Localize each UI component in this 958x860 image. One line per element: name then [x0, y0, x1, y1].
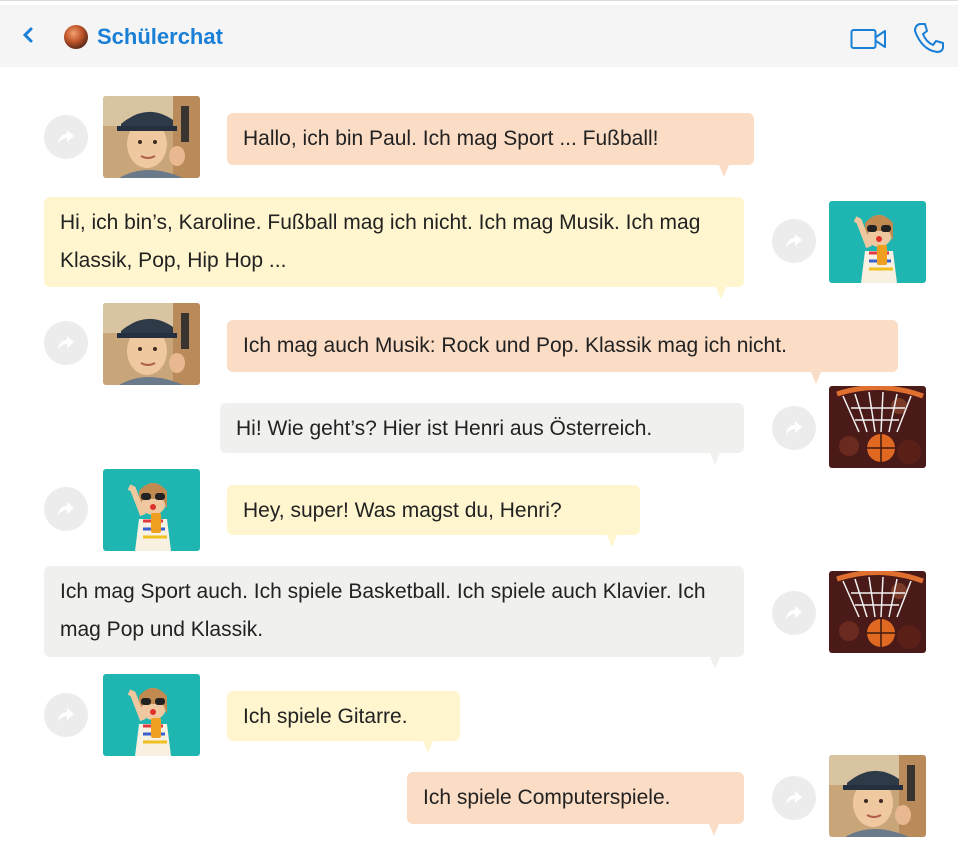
chat-window: Schülerchat Hallo, ich bin Paul. Ich mag…: [0, 0, 958, 860]
chevron-left-icon: [22, 27, 33, 43]
message-text: Hallo, ich bin Paul. Ich mag Sport ... F…: [243, 127, 659, 150]
video-call-button[interactable]: [850, 27, 888, 56]
avatar-karoline[interactable]: [829, 201, 926, 283]
message-bubble[interactable]: Hi! Wie geht’s? Hier ist Henri aus Öster…: [220, 403, 744, 465]
message-text: Hey, super! Was magst du, Henri?: [243, 499, 562, 522]
message-text: Hi! Wie geht’s? Hier ist Henri aus Öster…: [236, 417, 653, 440]
avatar-paul[interactable]: [103, 303, 200, 385]
avatar-paul[interactable]: [829, 755, 926, 837]
avatar-karoline[interactable]: [103, 469, 200, 551]
bubble-tail: [710, 657, 720, 669]
back-button[interactable]: [20, 23, 44, 51]
message-bubble[interactable]: Hi, ich bin’s, Karoline. Fußball mag ich…: [44, 197, 744, 299]
message-bubble[interactable]: Hallo, ich bin Paul. Ich mag Sport ... F…: [227, 113, 754, 177]
share-arrow-icon: [786, 606, 802, 620]
share-button[interactable]: [772, 776, 816, 820]
bubble-tail: [716, 287, 726, 299]
share-arrow-icon: [786, 421, 802, 435]
voice-call-button[interactable]: [912, 21, 946, 60]
message-bubble[interactable]: Hey, super! Was magst du, Henri?: [227, 485, 640, 547]
share-button[interactable]: [44, 321, 88, 365]
chat-header: Schülerchat: [0, 5, 958, 67]
message-bubble[interactable]: Ich mag auch Musik: Rock und Pop. Klassi…: [227, 320, 898, 384]
share-arrow-icon: [786, 791, 802, 805]
share-arrow-icon: [58, 130, 74, 144]
share-button[interactable]: [772, 219, 816, 263]
avatar-henri[interactable]: [829, 386, 926, 468]
message-bubble[interactable]: Ich spiele Computerspiele.: [407, 772, 744, 836]
message-text: Ich spiele Gitarre.: [243, 705, 408, 728]
share-arrow-icon: [58, 336, 74, 350]
message-text: Ich spiele Computerspiele.: [423, 786, 671, 809]
message-text: Ich mag auch Musik: Rock und Pop. Klassi…: [243, 334, 787, 357]
bubble-tail: [607, 535, 617, 547]
share-button[interactable]: [772, 591, 816, 635]
share-button[interactable]: [44, 693, 88, 737]
bubble-tail: [719, 165, 729, 177]
bubble-tail: [709, 824, 719, 836]
bubble-tail: [811, 372, 821, 384]
share-arrow-icon: [786, 234, 802, 248]
chat-title[interactable]: Schülerchat: [97, 23, 223, 51]
phone-icon: [914, 23, 944, 53]
avatar-paul[interactable]: [103, 96, 200, 178]
message-text: Hi, ich bin’s, Karoline. Fußball mag ich…: [60, 211, 701, 272]
avatar-karoline[interactable]: [103, 674, 200, 756]
message-bubble[interactable]: Ich mag Sport auch. Ich spiele Basketbal…: [44, 566, 744, 669]
share-button[interactable]: [772, 406, 816, 450]
video-camera-icon: [850, 29, 886, 49]
avatar-henri[interactable]: [829, 571, 926, 653]
bubble-tail: [710, 453, 720, 465]
share-button[interactable]: [44, 487, 88, 531]
group-avatar[interactable]: [64, 25, 88, 49]
message-text: Ich mag Sport auch. Ich spiele Basketbal…: [60, 580, 706, 641]
share-arrow-icon: [58, 708, 74, 722]
share-arrow-icon: [58, 502, 74, 516]
message-bubble[interactable]: Ich spiele Gitarre.: [227, 691, 460, 753]
share-button[interactable]: [44, 115, 88, 159]
bubble-tail: [423, 741, 433, 753]
